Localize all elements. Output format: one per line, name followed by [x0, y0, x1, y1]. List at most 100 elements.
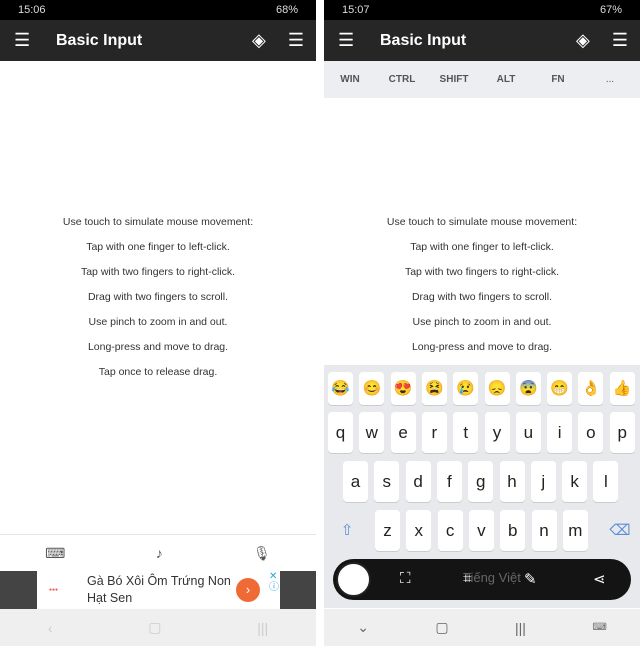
overflow-menu-icon[interactable]: ☰: [612, 30, 628, 51]
page-title: Basic Input: [380, 31, 467, 49]
backspace-key[interactable]: ⌫: [605, 510, 635, 551]
instruction-line: Drag with two fingers to scroll.: [411, 291, 553, 303]
navigation-bar: ‹ ▢ |||: [0, 609, 316, 646]
key-p[interactable]: p: [609, 412, 635, 453]
keyboard-icon[interactable]: ⌨: [45, 545, 65, 562]
emoji-key[interactable]: 😊: [359, 372, 385, 405]
key-a[interactable]: a: [343, 461, 368, 502]
instruction-line: Use touch to simulate mouse movement:: [62, 216, 254, 228]
status-bar: 15:07 67%: [324, 0, 640, 20]
right-phone-screen: 15:07 67% ☰ Basic Input ◈ ☰ WIN CTRL SHIF…: [324, 0, 640, 646]
key-o[interactable]: o: [578, 412, 604, 453]
instruction-line: Drag with two fingers to scroll.: [87, 291, 229, 303]
instruction-line: Long-press and move to drag.: [87, 341, 229, 353]
ad-text: Gà Bó Xôi Ôm Trứng Non Hạt Sen: [87, 574, 231, 605]
home-icon[interactable]: ▢: [148, 619, 161, 636]
ad-go-button[interactable]: ›: [236, 578, 260, 602]
microphone-icon[interactable]: 🎙: [253, 545, 271, 562]
status-time: 15:07: [342, 4, 370, 16]
key-t[interactable]: t: [453, 412, 479, 453]
page-title: Basic Input: [56, 31, 143, 49]
emoji-key[interactable]: 😁: [547, 372, 573, 405]
instructions[interactable]: Use touch to simulate mouse movement: Ta…: [324, 216, 640, 366]
battery-level: 67%: [599, 4, 622, 16]
key-l[interactable]: l: [593, 461, 619, 502]
screenshot-thumbnail[interactable]: [336, 562, 371, 597]
key-b[interactable]: b: [500, 510, 526, 551]
scroll-capture-icon[interactable]: ⛶: [400, 570, 411, 587]
recents-icon[interactable]: |||: [257, 620, 268, 636]
app-bar: ☰ Basic Input ◈ ☰: [324, 20, 640, 61]
status-time: 15:06: [18, 4, 46, 16]
key-v[interactable]: v: [468, 510, 494, 551]
music-note-icon[interactable]: ♪: [156, 545, 163, 561]
instruction-line: Use pinch to zoom in and out.: [88, 316, 228, 328]
emoji-key[interactable]: 😨: [515, 372, 541, 405]
instruction-line: Tap with one finger to left-click.: [86, 241, 230, 253]
input-mode-bar: ⌨ ♪ 🎙: [0, 534, 316, 571]
instruction-line: Use pinch to zoom in and out.: [412, 316, 552, 328]
key-y[interactable]: y: [484, 412, 510, 453]
key-w[interactable]: w: [359, 412, 385, 453]
share-icon[interactable]: ⋖: [593, 570, 606, 588]
key-s[interactable]: s: [374, 461, 400, 502]
more-keys[interactable]: ...: [584, 74, 636, 85]
instruction-line: Tap with one finger to left-click.: [410, 241, 554, 253]
shift-key[interactable]: ⇧: [333, 510, 361, 551]
back-icon[interactable]: ‹: [48, 620, 53, 636]
edit-pencil-icon[interactable]: ✎: [524, 570, 537, 588]
alt-key[interactable]: ALT: [480, 74, 532, 85]
emoji-key[interactable]: 👍: [609, 372, 635, 405]
win-key[interactable]: WIN: [324, 74, 376, 85]
ad-logo: ●●●: [49, 587, 59, 593]
key-z[interactable]: z: [375, 510, 400, 551]
key-h[interactable]: h: [499, 461, 525, 502]
crop-icon[interactable]: ⌗: [463, 570, 471, 587]
key-m[interactable]: m: [562, 510, 588, 551]
ad-close-icon[interactable]: ✕ ⓘ: [269, 571, 279, 593]
key-c[interactable]: c: [437, 510, 463, 551]
modifier-key-bar: WIN CTRL SHIFT ALT FN ...: [324, 61, 640, 98]
key-n[interactable]: n: [531, 510, 557, 551]
key-q[interactable]: q: [328, 412, 353, 453]
left-phone-screen: 15:06 68% ☰ Basic Input ◈ ☰ Use touch to …: [0, 0, 316, 646]
emoji-key[interactable]: 😫: [421, 372, 447, 405]
recents-icon[interactable]: |||: [515, 620, 526, 636]
emoji-key[interactable]: 😍: [390, 372, 416, 405]
key-r[interactable]: r: [421, 412, 447, 453]
emoji-key[interactable]: 😢: [453, 372, 479, 405]
instruction-line: Use touch to simulate mouse movement:: [386, 216, 578, 228]
key-x[interactable]: x: [406, 510, 432, 551]
menu-icon[interactable]: ☰: [14, 30, 30, 51]
emoji-key[interactable]: 😂: [328, 372, 353, 405]
key-j[interactable]: j: [530, 461, 556, 502]
instruction-line: Long-press and move to drag.: [411, 341, 553, 353]
instruction-line: Tap with two fingers to right-click.: [404, 266, 560, 278]
key-g[interactable]: g: [468, 461, 494, 502]
emoji-key[interactable]: 😞: [484, 372, 510, 405]
key-e[interactable]: e: [390, 412, 416, 453]
key-f[interactable]: f: [436, 461, 462, 502]
shift-key[interactable]: SHIFT: [428, 74, 480, 85]
overflow-menu-icon[interactable]: ☰: [288, 30, 304, 51]
fn-key[interactable]: FN: [532, 74, 584, 85]
emoji-key[interactable]: 👌: [578, 372, 604, 405]
status-bar: 15:06 68%: [0, 0, 316, 20]
key-u[interactable]: u: [515, 412, 541, 453]
instruction-line: Tap with two fingers to right-click.: [80, 266, 236, 278]
screenshot-toolbar: ⛶ Tiếng Việt ⌗ ✎ ⋖: [333, 559, 631, 600]
instructions[interactable]: Use touch to simulate mouse movement: Ta…: [0, 216, 316, 391]
layers-icon[interactable]: ◈: [576, 30, 590, 51]
key-d[interactable]: d: [405, 461, 431, 502]
key-k[interactable]: k: [562, 461, 588, 502]
layers-icon[interactable]: ◈: [252, 30, 266, 51]
ctrl-key[interactable]: CTRL: [376, 74, 428, 85]
hide-keyboard-icon[interactable]: ⌄: [357, 619, 369, 636]
menu-icon[interactable]: ☰: [338, 30, 354, 51]
home-icon[interactable]: ▢: [435, 619, 448, 636]
key-i[interactable]: i: [547, 412, 573, 453]
keyboard-switch-icon[interactable]: ⌨: [592, 622, 606, 633]
ad-banner[interactable]: ●●● Gà Bó Xôi Ôm Trứng Non Hạt Sen › ✕ ⓘ: [0, 571, 316, 609]
instruction-line: Tap once to release drag.: [98, 366, 218, 378]
app-bar: ☰ Basic Input ◈ ☰: [0, 20, 316, 61]
